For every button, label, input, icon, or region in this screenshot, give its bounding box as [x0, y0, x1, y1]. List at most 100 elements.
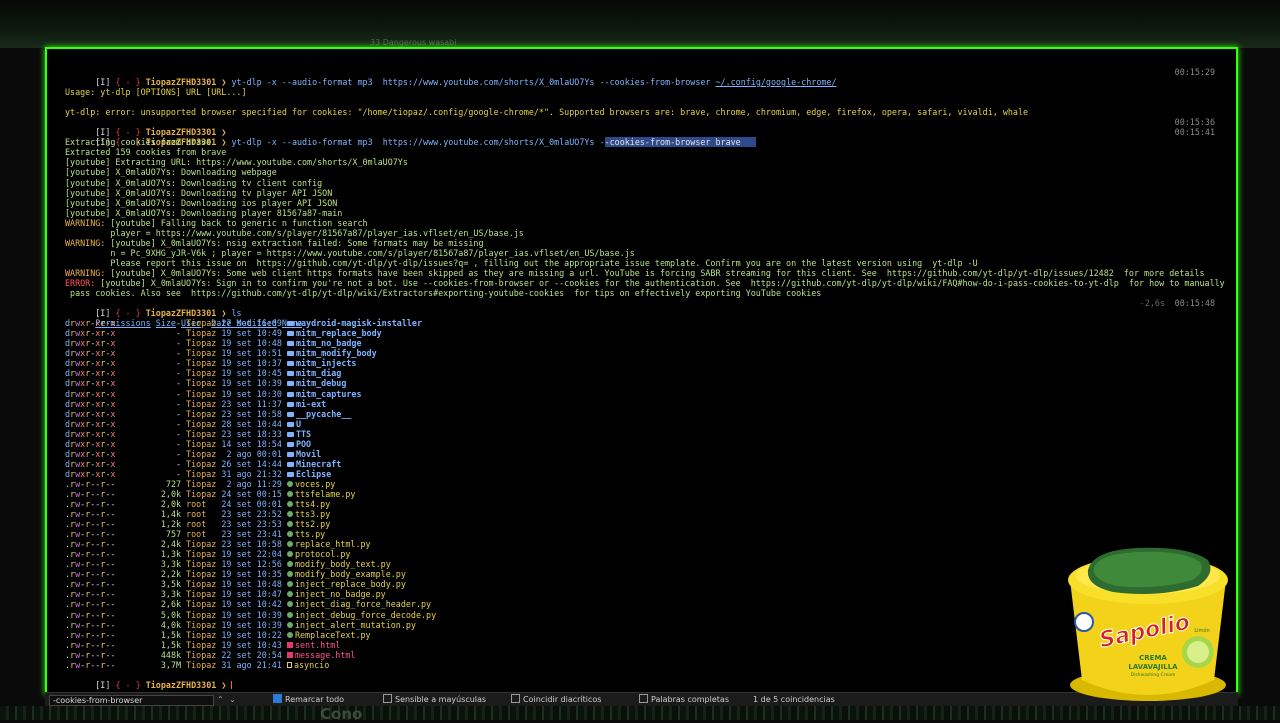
folder-icon	[286, 341, 294, 347]
file-row[interactable]: .rw-r--r-- 757 root 23 set 23:41 tts.py	[65, 529, 1225, 539]
file-row[interactable]: drwxr-xr-x - Tiopaz 19 set 10:30 mitm_ca…	[65, 389, 1225, 399]
file-row[interactable]: drwxr-xr-x - Tiopaz 19 set 10:39 mitm_de…	[65, 378, 1225, 388]
file-user: Tiopaz	[186, 438, 217, 449]
file-user: Tiopaz	[186, 649, 217, 660]
option-whole-words[interactable]: Palabras completas	[639, 694, 729, 705]
timestamp: 00:15:41	[1174, 127, 1215, 138]
file-name: inject_debug_force_decode.py	[294, 609, 437, 620]
file-date: 27 set 16:09	[221, 318, 282, 329]
file-name: mitm_diag	[295, 368, 342, 379]
file-date: 24 set 00:15	[221, 488, 282, 499]
file-user: Tiopaz	[186, 579, 217, 590]
file-date: 19 set 22:04	[221, 549, 282, 560]
file-row[interactable]: drwxr-xr-x - Tiopaz 14 set 18:54 POO	[65, 439, 1225, 449]
permissions: drwxr-xr-x	[65, 468, 116, 479]
option-match-diacritics[interactable]: Coincidir diacríticos	[511, 694, 601, 705]
file-name: sent.html	[294, 639, 341, 650]
file-row[interactable]: .rw-r--r-- 1,4k root 23 set 23:52 tts3.p…	[65, 509, 1225, 519]
prompt-line: [I] { - } TiopazZFHD3301 ❯ yt-dlp -x --a…	[95, 127, 1215, 148]
file-row[interactable]: drwxr-xr-x - Tiopaz 19 set 10:48 mitm_no…	[65, 338, 1225, 348]
file-row[interactable]: .rw-r--r-- 4,0k Tiopaz 19 set 10:39 inje…	[65, 620, 1225, 630]
file-user: root	[186, 499, 207, 510]
file-user: Tiopaz	[186, 468, 217, 479]
permissions: .rw-r--r--	[65, 478, 116, 489]
folder-icon	[286, 351, 294, 357]
file-user: Tiopaz	[186, 448, 217, 459]
permissions: .rw-r--r--	[65, 649, 116, 660]
file-row[interactable]: drwxr-xr-x - Tiopaz 23 set 18:33 TTS	[65, 429, 1225, 439]
permissions: drwxr-xr-x	[65, 458, 116, 469]
file-row[interactable]: drwxr-xr-x - Tiopaz 2 ago 00:01 Movil	[65, 449, 1225, 459]
log-line: Extracted 159 cookies from brave	[65, 147, 227, 158]
permissions: .rw-r--r--	[65, 639, 116, 650]
file-row[interactable]: .rw-r--r-- 2,0k root 24 set 00:01 tts4.p…	[65, 499, 1225, 509]
file-row[interactable]: drwxr-xr-x - Tiopaz 19 set 10:49 mitm_re…	[65, 328, 1225, 338]
match-count: 1 de 5 coincidencias	[753, 695, 835, 704]
file-row[interactable]: drwxr-xr-x - Tiopaz 28 set 10:44 U	[65, 419, 1225, 429]
file-row[interactable]: .rw-r--r-- 3,3k Tiopaz 19 set 12:56 modi…	[65, 559, 1225, 569]
file-size: 3,3k	[160, 559, 182, 570]
file-row[interactable]: .rw-r--r-- 448k Tiopaz 22 set 20:54 mess…	[65, 650, 1225, 660]
file-row[interactable]: drwxr-xr-x - Tiopaz 31 ago 21:32 Eclipse	[65, 469, 1225, 479]
chevron-up-icon[interactable]: ⌃	[217, 695, 224, 705]
file-row[interactable]: .rw-r--r-- 1,5k Tiopaz 19 set 10:22 Remp…	[65, 630, 1225, 640]
file-date: 19 set 10:43	[221, 639, 282, 650]
python-icon	[286, 551, 293, 558]
file-date: 19 set 10:22	[221, 629, 282, 640]
file-size: -	[175, 348, 182, 359]
file-size: 3,3k	[160, 589, 182, 600]
file-name: U	[295, 418, 301, 429]
file-size: -	[175, 408, 182, 419]
file-row[interactable]: drwxr-xr-x - Tiopaz 26 set 14:44 Minecra…	[65, 459, 1225, 469]
permissions: drwxr-xr-x	[65, 388, 116, 399]
python-icon	[286, 591, 293, 598]
file-row[interactable]: .rw-r--r-- 5,0k Tiopaz 19 set 10:39 inje…	[65, 610, 1225, 620]
file-row[interactable]: .rw-r--r-- 727 Tiopaz 2 ago 11:29 voces.…	[65, 479, 1225, 489]
file-row[interactable]: .rw-r--r-- 2,2k Tiopaz 19 set 10:35 modi…	[65, 569, 1225, 579]
file-row[interactable]: .rw-r--r-- 2,6k Tiopaz 19 set 10:42 inje…	[65, 599, 1225, 609]
svg-text:Limón: Limón	[1194, 627, 1209, 634]
file-size: 2,6k	[160, 599, 182, 610]
file-user: Tiopaz	[186, 639, 217, 650]
file-date: 19 set 10:47	[221, 589, 282, 600]
background-bottom	[0, 706, 1280, 720]
file-name: tts.py	[294, 529, 326, 540]
file-row[interactable]: drwxr-xr-x - Tiopaz 23 set 11:37 mi-ext	[65, 399, 1225, 409]
file-size: 757	[165, 529, 182, 540]
file-name: mi-ext	[295, 398, 327, 409]
html-icon	[286, 651, 293, 658]
file-row[interactable]: .rw-r--r-- 2,0k Tiopaz 24 set 00:15 ttsf…	[65, 489, 1225, 499]
file-name: RemplaceText.py	[294, 629, 371, 640]
file-date: 23 set 23:41	[221, 529, 282, 540]
python-icon	[286, 581, 293, 588]
file-row[interactable]: .rw-r--r-- 3,5k Tiopaz 19 set 10:48 inje…	[65, 579, 1225, 589]
python-icon	[286, 541, 293, 548]
file-row[interactable]: drwxr-xr-x - Tiopaz 19 set 10:45 mitm_di…	[65, 368, 1225, 378]
file-row[interactable]: .rw-r--r-- 1,5k Tiopaz 19 set 10:43 sent…	[65, 640, 1225, 650]
file-row[interactable]: .rw-r--r-- 1,2k root 23 set 23:53 tts2.p…	[65, 519, 1225, 529]
file-row[interactable]: drwxr-xr-x - Tiopaz 23 set 10:58 __pycac…	[65, 409, 1225, 419]
file-row[interactable]: .rw-r--r-- 3,3k Tiopaz 19 set 10:47 inje…	[65, 589, 1225, 599]
file-date: 23 set 23:52	[221, 509, 282, 520]
option-highlight-all[interactable]: Remarcar todo	[273, 694, 344, 705]
python-icon	[286, 511, 293, 518]
file-row[interactable]: .rw-r--r-- 2,4k Tiopaz 23 set 10:58 repl…	[65, 539, 1225, 549]
file-date: 31 ago 21:41	[221, 659, 282, 670]
permissions: .rw-r--r--	[65, 488, 116, 499]
file-size: -	[175, 328, 182, 339]
permissions: .rw-r--r--	[65, 519, 116, 530]
file-size: 727	[165, 478, 182, 489]
file-row[interactable]: drwxr-xr-x - Tiopaz 19 set 10:37 mitm_in…	[65, 358, 1225, 368]
file-row[interactable]: .rw-r--r-- 1,3k Tiopaz 19 set 22:04 prot…	[65, 549, 1225, 559]
file-row[interactable]: drwxr-xr-x - Tiopaz 27 set 16:09 waydroi…	[65, 318, 1225, 328]
file-row[interactable]: .rw-r--r-- 3,7M Tiopaz 31 ago 21:41 asyn…	[65, 660, 1225, 670]
search-input[interactable]: -cookies-from-browser	[49, 695, 214, 706]
permissions: .rw-r--r--	[65, 629, 116, 640]
python-icon	[286, 611, 293, 618]
file-user: Tiopaz	[186, 619, 217, 630]
file-row[interactable]: drwxr-xr-x - Tiopaz 19 set 10:51 mitm_mo…	[65, 348, 1225, 358]
file-date: 19 set 10:39	[221, 378, 282, 389]
timestamp: 00:15:36	[1174, 117, 1215, 128]
chevron-down-icon[interactable]: ⌄	[229, 695, 236, 705]
option-match-case[interactable]: Sensible a mayúsculas	[383, 694, 486, 705]
